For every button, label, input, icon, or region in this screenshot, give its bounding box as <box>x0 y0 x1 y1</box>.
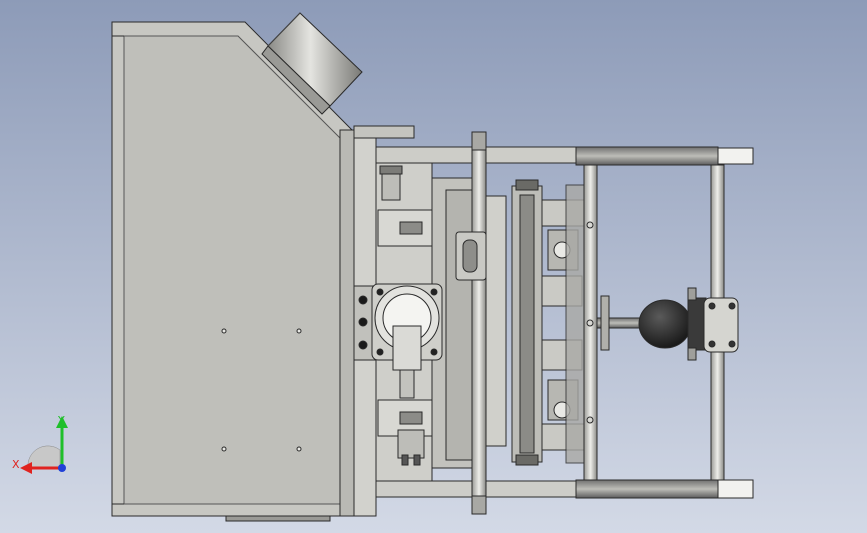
x-axis-arrowhead <box>20 462 32 474</box>
bottom-rail[interactable] <box>375 479 754 515</box>
graphics-viewport[interactable]: Y X <box>0 0 867 533</box>
x-axis-label: X <box>12 458 20 471</box>
clamp-bar[interactable] <box>511 179 543 466</box>
triad-quadrant <box>27 445 61 469</box>
motor-actuator[interactable] <box>638 287 739 361</box>
top-rail[interactable] <box>375 131 754 166</box>
orientation-triad: Y X <box>12 414 68 474</box>
cad-model-view[interactable] <box>0 0 867 533</box>
y-axis-label: Y <box>57 414 65 427</box>
z-axis-dot <box>58 464 66 472</box>
cross-shaft[interactable] <box>596 295 644 351</box>
